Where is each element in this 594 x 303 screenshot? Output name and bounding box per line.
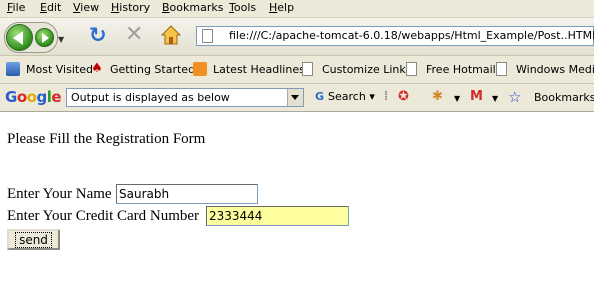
google-logo[interactable]: Google xyxy=(5,88,62,106)
search-input-value: Output is displayed as below xyxy=(71,91,230,104)
navigation-toolbar: ▼ ↻ ✕ file:///C:/apache-tomcat-6.0.18/we… xyxy=(0,18,594,56)
name-label: Enter Your Name xyxy=(7,186,112,202)
bookmark-label: Free Hotmail xyxy=(426,63,496,76)
menu-edit[interactable]: Edit xyxy=(40,1,61,14)
page-icon xyxy=(202,29,213,43)
bookmark-star-check-icon[interactable]: ✪ xyxy=(398,89,409,104)
chevron-down-icon[interactable]: ▼ xyxy=(492,94,498,103)
page-icon xyxy=(302,62,313,76)
chevron-down-icon[interactable]: ▼ xyxy=(454,94,460,103)
bookmark-label: Most Visited xyxy=(26,63,93,76)
credit-card-input[interactable] xyxy=(206,206,349,226)
send-button-label: send xyxy=(15,231,52,248)
star-icon: ☆ xyxy=(508,88,522,106)
red-hat-icon: ♠ xyxy=(91,61,103,76)
page-content: Please Fill the Registration Form Enter … xyxy=(0,112,594,303)
menu-tools[interactable]: Tools xyxy=(229,1,256,14)
back-icon[interactable] xyxy=(6,24,33,51)
bookmark-label: Windows Media xyxy=(516,63,594,76)
most-visited-icon xyxy=(6,62,20,76)
menu-bookmarks[interactable]: Bookmarks xyxy=(162,1,223,14)
google-search-input[interactable]: Output is displayed as below xyxy=(66,88,304,107)
gmail-icon[interactable]: M xyxy=(470,89,483,104)
chevron-down-icon[interactable] xyxy=(287,89,303,106)
history-dropdown-icon[interactable]: ▼ xyxy=(58,35,64,44)
bookmarks-toolbar: Most Visited ♠ Getting Started Latest He… xyxy=(0,56,594,84)
bookmark-label: Customize Links xyxy=(322,63,412,76)
address-bar[interactable]: file:///C:/apache-tomcat-6.0.18/webapps/… xyxy=(196,26,594,46)
page-icon xyxy=(406,62,417,76)
bookmarks-label: Bookmarks xyxy=(534,91,594,104)
name-input[interactable] xyxy=(116,184,258,204)
page-heading: Please Fill the Registration Form xyxy=(7,131,206,147)
bookmark-label: Latest Headlines xyxy=(213,63,305,76)
menu-file[interactable]: File xyxy=(7,1,25,14)
menu-bar: File Edit View History Bookmarks Tools H… xyxy=(0,0,594,18)
google-toolbar: Google Output is displayed as below G Sea… xyxy=(0,84,594,112)
reload-icon[interactable]: ↻ xyxy=(89,23,107,47)
bookmark-label: Getting Started xyxy=(110,63,196,76)
credit-card-label: Enter Your Credit Card Number xyxy=(7,208,200,224)
back-forward-group xyxy=(4,22,58,53)
forward-icon[interactable] xyxy=(35,28,54,47)
send-button[interactable]: send xyxy=(7,229,60,250)
page-icon xyxy=(496,62,507,76)
home-icon[interactable] xyxy=(160,24,182,46)
stop-icon[interactable]: ✕ xyxy=(125,22,143,47)
menu-history[interactable]: History xyxy=(111,1,150,14)
search-label: Search xyxy=(328,90,366,103)
google-search-button[interactable]: G Search ▾ xyxy=(315,90,375,103)
menu-help[interactable]: Help xyxy=(269,1,294,14)
toolbar-separator-icon: ⁞ xyxy=(384,89,389,104)
rss-feed-icon xyxy=(193,62,207,76)
address-text: file:///C:/apache-tomcat-6.0.18/webapps/… xyxy=(229,29,594,42)
menu-view[interactable]: View xyxy=(73,1,99,14)
google-g-icon: G xyxy=(315,90,325,103)
puzzle-icon[interactable]: ✱ xyxy=(432,89,443,104)
